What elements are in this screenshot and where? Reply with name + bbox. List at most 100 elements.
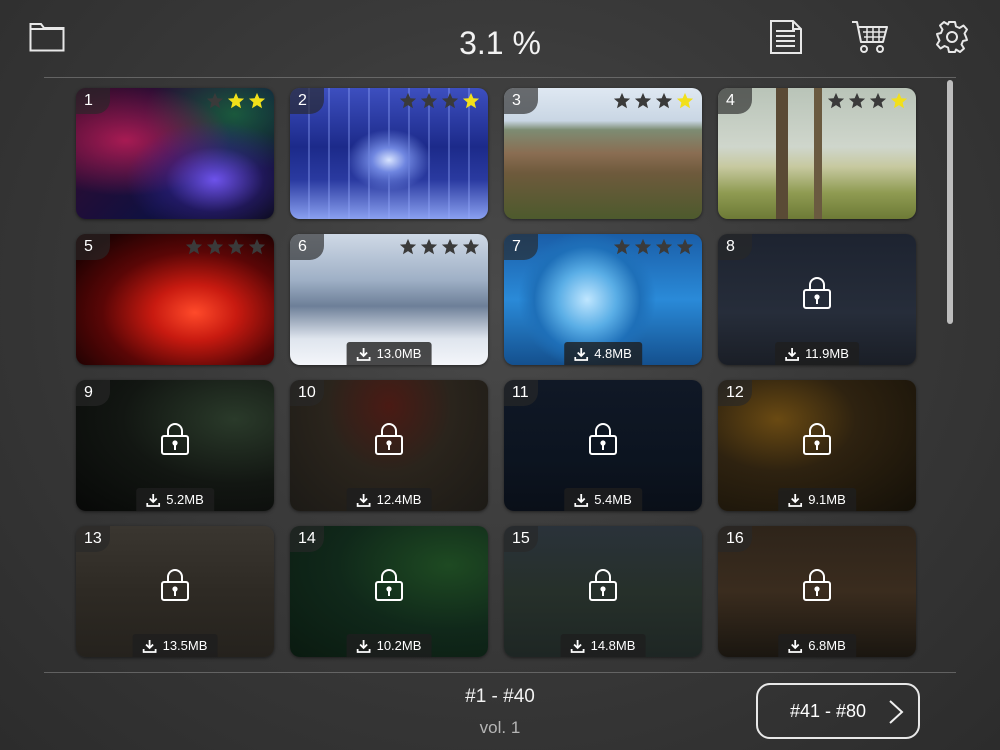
download-size[interactable]: 9.1MB (778, 488, 856, 511)
star-empty-icon (462, 238, 480, 255)
download-size[interactable]: 11.9MB (775, 342, 859, 365)
top-bar: 3.1 % (0, 0, 1000, 78)
video-tile[interactable]: 1 (76, 88, 274, 219)
tile-number: 6 (290, 234, 324, 260)
download-size[interactable]: 6.8MB (778, 634, 856, 657)
video-tile[interactable]: 6 13.0MB (290, 234, 488, 365)
star-filled-icon (462, 92, 480, 109)
video-grid: 1 2 3 4 5 6 13.0MB 7 4.8MB 8 11.9MB 9 5.… (76, 88, 916, 658)
tile-number: 9 (76, 380, 110, 406)
tile-number: 11 (504, 380, 538, 406)
lock-icon (803, 569, 831, 601)
video-tile[interactable]: 8 11.9MB (718, 234, 916, 365)
size-label: 12.4MB (376, 492, 422, 507)
star-rating (399, 238, 480, 256)
size-label: 13.0MB (376, 346, 422, 361)
tile-number: 3 (504, 88, 538, 114)
video-tile[interactable]: 13 13.5MB (76, 526, 274, 657)
gear-icon[interactable] (935, 20, 969, 59)
video-tile[interactable]: 4 (718, 88, 916, 219)
video-tile[interactable]: 3 (504, 88, 702, 219)
download-icon (788, 639, 803, 653)
tile-number: 15 (504, 526, 538, 552)
star-empty-icon (676, 238, 694, 255)
video-tile[interactable]: 10 12.4MB (290, 380, 488, 511)
scrollbar-thumb[interactable] (947, 80, 953, 324)
video-tile[interactable]: 9 5.2MB (76, 380, 274, 511)
star-rating (399, 92, 480, 110)
download-size[interactable]: 12.4MB (346, 488, 432, 511)
tile-number: 1 (76, 88, 110, 114)
star-empty-icon (827, 92, 845, 109)
star-empty-icon (420, 238, 438, 255)
video-tile[interactable]: 2 (290, 88, 488, 219)
size-label: 4.8MB (594, 346, 632, 361)
size-label: 5.2MB (166, 492, 204, 507)
lock-icon (803, 423, 831, 455)
tile-number: 13 (76, 526, 110, 552)
video-tile[interactable]: 5 (76, 234, 274, 365)
download-size[interactable]: 5.2MB (136, 488, 214, 511)
video-tile[interactable]: 11 5.4MB (504, 380, 702, 511)
size-label: 13.5MB (162, 638, 208, 653)
download-icon (356, 347, 371, 361)
star-filled-icon (227, 92, 245, 109)
star-empty-icon (441, 92, 459, 109)
star-rating (613, 238, 694, 256)
next-page-button[interactable]: #41 - #80 (756, 683, 920, 739)
video-tile[interactable]: 14 10.2MB (290, 526, 488, 657)
star-empty-icon (848, 92, 866, 109)
download-size[interactable]: 13.0MB (346, 342, 432, 365)
top-divider (44, 77, 956, 78)
tile-number: 5 (76, 234, 110, 260)
star-empty-icon (613, 92, 631, 109)
download-size[interactable]: 5.4MB (564, 488, 642, 511)
star-empty-icon (634, 92, 652, 109)
lock-icon (161, 423, 189, 455)
star-empty-icon (634, 238, 652, 255)
download-size[interactable]: 4.8MB (564, 342, 642, 365)
download-size[interactable]: 10.2MB (346, 634, 432, 657)
bottom-divider (44, 672, 956, 673)
video-tile[interactable]: 15 14.8MB (504, 526, 702, 657)
download-icon (785, 347, 799, 361)
star-filled-icon (676, 92, 694, 109)
download-size[interactable]: 14.8MB (560, 634, 646, 657)
star-empty-icon (441, 238, 459, 255)
size-label: 14.8MB (590, 638, 636, 653)
tile-number: 2 (290, 88, 324, 114)
download-icon (570, 639, 585, 653)
video-tile[interactable]: 7 4.8MB (504, 234, 702, 365)
lock-icon (589, 569, 617, 601)
lock-icon (803, 277, 831, 309)
tile-number: 12 (718, 380, 752, 406)
star-empty-icon (869, 92, 887, 109)
star-empty-icon (420, 92, 438, 109)
download-icon (142, 639, 157, 653)
download-size[interactable]: 13.5MB (132, 634, 218, 657)
star-empty-icon (655, 92, 673, 109)
star-rating (206, 92, 266, 110)
tile-number: 4 (718, 88, 752, 114)
lock-icon (161, 569, 189, 601)
star-rating (827, 92, 908, 110)
star-empty-icon (227, 238, 245, 255)
document-icon[interactable] (769, 20, 803, 59)
cart-icon[interactable] (851, 20, 889, 59)
star-empty-icon (248, 238, 266, 255)
size-label: 9.1MB (808, 492, 846, 507)
star-rating (613, 92, 694, 110)
download-icon (788, 493, 803, 507)
star-empty-icon (399, 92, 417, 109)
star-filled-icon (248, 92, 266, 109)
video-tile[interactable]: 12 9.1MB (718, 380, 916, 511)
lock-icon (375, 569, 403, 601)
video-tile[interactable]: 16 6.8MB (718, 526, 916, 657)
star-rating (185, 238, 266, 256)
lock-icon (375, 423, 403, 455)
tile-number: 10 (290, 380, 324, 406)
star-empty-icon (399, 238, 417, 255)
star-empty-icon (206, 238, 224, 255)
size-label: 11.9MB (805, 346, 849, 361)
download-icon (574, 347, 589, 361)
